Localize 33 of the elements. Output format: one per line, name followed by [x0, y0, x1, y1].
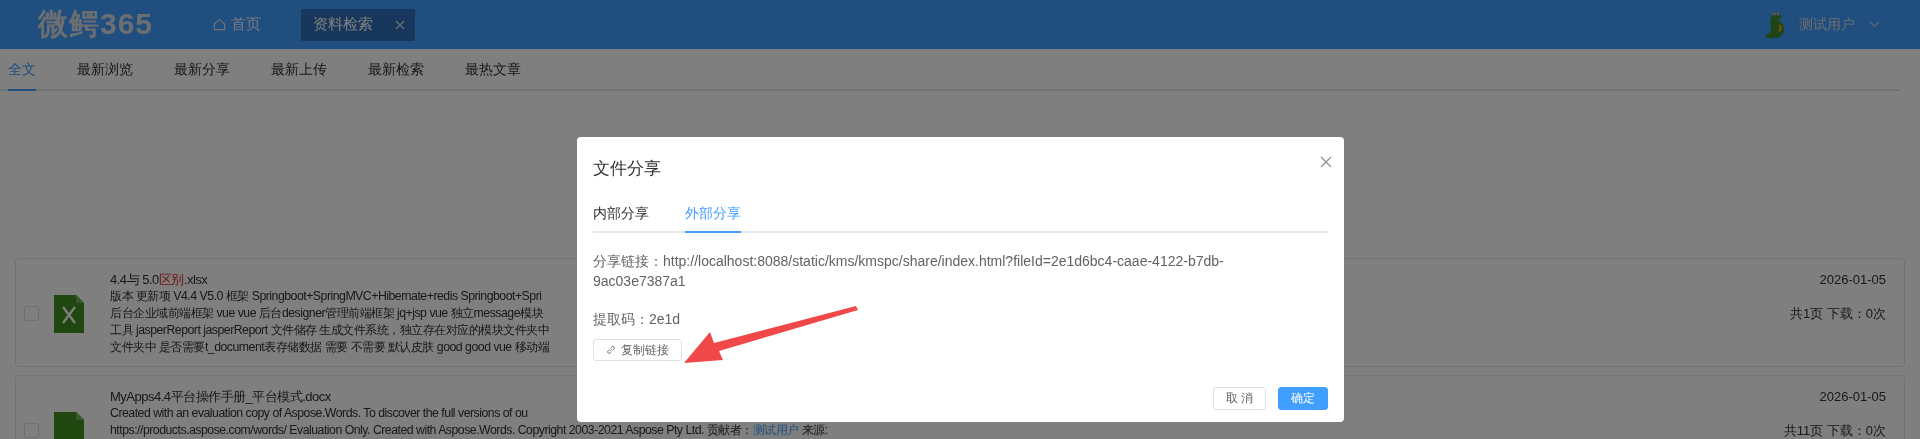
dialog-title: 文件分享: [593, 157, 661, 180]
confirm-button[interactable]: 确定: [1278, 387, 1328, 410]
close-icon[interactable]: [1320, 156, 1332, 168]
nav-tab[interactable]: 最新分享: [174, 49, 230, 89]
page-tab[interactable]: 资料检索: [301, 8, 415, 41]
cancel-button[interactable]: 取 消: [1212, 387, 1266, 410]
caret-icon[interactable]: [1869, 21, 1880, 28]
copy-link-button[interactable]: 复制链接: [593, 339, 682, 361]
nav-tab[interactable]: 最新上传: [271, 49, 327, 89]
document-date: 2026-01-05: [1819, 271, 1886, 288]
extract-code-text: 提取码：2e1d: [593, 311, 682, 329]
document-excerpt: 后台企业域前端框架 vue vue 后台designer管理前端框架 jq+jsp vue 独立message模块: [110, 305, 543, 322]
document-file-icon: [54, 411, 84, 439]
nav-tab[interactable]: 最新浏览: [77, 49, 133, 89]
link-icon: [606, 345, 616, 355]
document-stats: 共11页 下载：0次: [1783, 422, 1886, 439]
document-date: 2026-01-05: [1819, 388, 1886, 405]
document-title[interactable]: MyApps4.4平台操作手册_平台模式.docx: [110, 388, 331, 405]
document-excerpt: 版本 更新项 V4.4 V5.0 框架 Springboot+SpringMVC+Hibernate+redis Springboot+Spri: [110, 288, 542, 305]
share-tab[interactable]: 内部分享: [593, 197, 649, 231]
share-tab[interactable]: 外部分享: [685, 197, 741, 233]
nav-tab[interactable]: 最热文章: [465, 49, 521, 89]
document-stats: 共1页 下载：0次: [1789, 305, 1886, 322]
share-link-text: 分享链接：http://localhost:8088/static/kms/kmspc/share/index.html?fileId=2e1d6bc4-caae-4122-b7db-9ac03e7387a1: [593, 252, 1225, 291]
home-icon: [213, 18, 226, 31]
document-excerpt: https://products.aspose.com/words/ Evaluation Only. Created with Aspose.Words. Copyright 2003-2021 Aspose Pty Ltd. 贡献者：测试用户 来源:: [110, 422, 828, 439]
spreadsheet-file-icon: [54, 294, 84, 333]
document-title[interactable]: 4.4与 5.0区别.xlsx: [110, 271, 208, 288]
document-excerpt: Created with an evaluation copy of Aspose.Words. To discover the full versions of ou: [110, 405, 528, 422]
document-excerpt: 工具 jasperReport jasperReport 文件储存 生成文件系统，独立存在对应的模块文件夹中: [110, 322, 550, 339]
document-excerpt: 文件夹中 是否需要t_document表存储数据 需要 不需要 默认皮肤 good good vue 移动端: [110, 339, 550, 356]
logo: 微鳄365: [38, 6, 155, 42]
nav-tab[interactable]: 最新检索: [368, 49, 424, 89]
